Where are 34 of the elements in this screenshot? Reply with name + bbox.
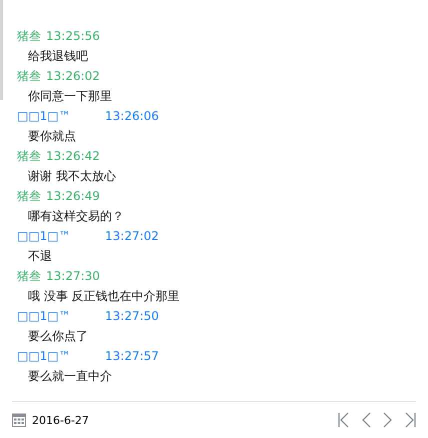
message-text: 要你就点 — [27, 128, 77, 145]
sender-name: □□1□™ — [17, 348, 72, 365]
message-time: 13:27:02 — [105, 228, 159, 245]
message-text: 要么你点了 — [27, 328, 89, 345]
last-page-icon[interactable] — [404, 412, 416, 428]
sender-name: 猪叁 — [17, 68, 41, 85]
message-time: 13:27:30 — [46, 268, 100, 285]
message-text: 哪有这样交易的？ — [27, 208, 125, 225]
message-text: 给我退钱吧 — [27, 48, 89, 65]
message-text: 谢谢 我不太放心 — [27, 168, 117, 185]
next-icon[interactable] — [383, 412, 392, 428]
message-text: 不退 — [27, 248, 53, 265]
sender-name: □□1□™ — [17, 108, 72, 125]
sender-name: 猪叁 — [17, 188, 41, 205]
message-text: 你同意一下那里 — [27, 88, 113, 105]
message-time: 13:26:02 — [46, 68, 100, 85]
calendar-icon[interactable] — [12, 413, 26, 427]
message-time: 13:26:06 — [105, 108, 159, 125]
scrollbar[interactable] — [0, 0, 3, 100]
message-text: 哦 没事 反正钱也在中介那里 — [27, 288, 180, 305]
sender-name: 猪叁 — [17, 28, 41, 45]
message-time: 13:25:56 — [46, 28, 100, 45]
message-time: 13:26:42 — [46, 148, 100, 165]
first-page-icon[interactable] — [338, 412, 350, 428]
sender-name: □□1□™ — [17, 308, 72, 325]
previous-icon[interactable] — [362, 412, 371, 428]
message-time: 13:26:49 — [46, 188, 100, 205]
message-time: 13:27:57 — [105, 348, 159, 365]
message-text: 要么就一直中介 — [27, 368, 113, 385]
sender-name: 猪叁 — [17, 148, 41, 165]
sender-name: 猪叁 — [17, 268, 41, 285]
message-time: 13:27:50 — [105, 308, 159, 325]
sender-name: □□1□™ — [17, 228, 72, 245]
date-label: 2016-6-27 — [32, 414, 89, 426]
